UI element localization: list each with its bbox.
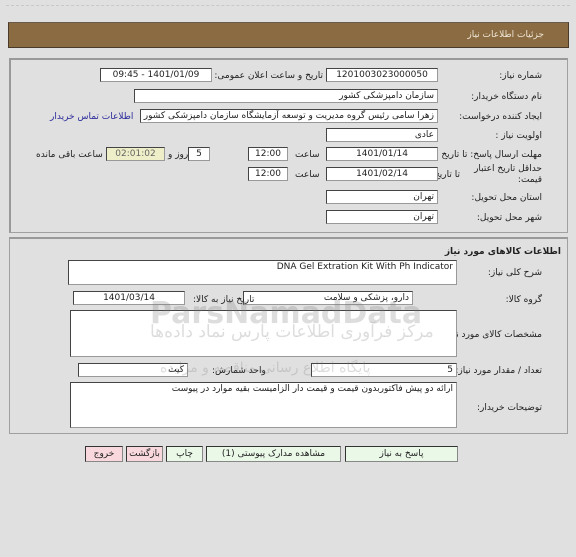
price-validity-date-field: 1401/02/14 — [326, 167, 438, 181]
page-title-bar: جزئیات اطلاعات نیاز — [8, 22, 569, 48]
specs-label: مشخصات کالای مورد نیاز: — [443, 330, 542, 340]
need-number-label: شماره نیاز: — [499, 71, 542, 81]
days-and-label: روز و — [168, 150, 189, 160]
print-button[interactable]: چاپ — [166, 446, 203, 462]
view-attachments-button[interactable]: مشاهده مدارک پیوستی (1) — [206, 446, 341, 462]
top-divider — [6, 5, 570, 6]
need-date-label: تاریخ نیاز به کالا: — [193, 295, 255, 305]
announce-date-label: تاریخ و ساعت اعلان عمومی: — [214, 71, 323, 81]
buyer-notes-label: توضیحات خریدار: — [476, 403, 542, 413]
reply-deadline-time-field: 12:00 — [248, 147, 288, 161]
price-time-label: ساعت — [295, 170, 320, 180]
reply-deadline-date-field: 1401/01/14 — [326, 147, 438, 161]
requester-label: ایجاد کننده درخواست: — [459, 112, 542, 122]
quantity-label: تعداد / مقدار مورد نیاز: — [455, 366, 542, 376]
need-info-panel — [9, 58, 568, 233]
unit-field: کیت — [78, 363, 188, 377]
price-validity-label: حداقل تاریخ اعتبار قیمت: — [474, 164, 542, 185]
general-desc-label: شرح کلی نیاز: — [487, 268, 542, 278]
specs-field — [70, 310, 457, 357]
reply-to-need-button[interactable]: پاسخ به نیاز — [345, 446, 458, 462]
reply-time-label: ساعت — [295, 150, 320, 160]
buyer-org-label: نام دستگاه خریدار: — [471, 92, 542, 102]
goods-section-title: اطلاعات کالاهای مورد نیاز — [444, 247, 561, 257]
price-validity-time-field: 12:00 — [248, 167, 288, 181]
back-button[interactable]: بازگشت — [126, 446, 163, 462]
goods-group-label: گروه کالا: — [505, 295, 542, 305]
need-number-field: 1201003023000050 — [326, 68, 438, 82]
days-remaining-field: 5 — [188, 147, 210, 161]
requester-field: زهرا سامی رئیس گروه مدیریت و توسعه آزمای… — [140, 109, 438, 123]
buyer-org-field: سازمان دامپزشکی کشور — [134, 89, 438, 103]
priority-label: اولویت نیاز : — [495, 131, 542, 141]
need-date-field: 1401/03/14 — [73, 291, 185, 305]
general-desc-text: DNA Gel Extration Kit With Ph Indicator — [276, 262, 453, 272]
delivery-province-label: استان محل تحویل: — [471, 193, 542, 203]
goods-group-field: دارو، پزشکی و سلامت — [243, 291, 413, 305]
reply-deadline-label: مهلت ارسال پاسخ: تا تاریخ : — [435, 150, 542, 160]
remaining-time-field: 02:01:02 — [106, 147, 165, 161]
quantity-field: 5 — [311, 363, 457, 377]
general-desc-field: DNA Gel Extration Kit With Ph Indicator — [68, 260, 457, 285]
buyer-notes-field: ارائه دو پیش فاکتوربدون قیمت و قیمت دار … — [70, 382, 457, 428]
delivery-city-field: تهران — [326, 210, 438, 224]
buyer-contact-link[interactable]: اطلاعات تماس خریدار — [50, 112, 133, 122]
priority-field: عادی — [326, 128, 438, 142]
remaining-time-label: ساعت باقی مانده — [36, 150, 103, 160]
exit-button[interactable]: خروج — [85, 446, 123, 462]
page-title: جزئیات اطلاعات نیاز — [467, 30, 544, 40]
announce-date-field: 1401/01/09 - 09:45 — [100, 68, 212, 82]
unit-label: واحد شمارش: — [212, 366, 266, 376]
delivery-province-field: تهران — [326, 190, 438, 204]
delivery-city-label: شهر محل تحویل: — [476, 213, 542, 223]
